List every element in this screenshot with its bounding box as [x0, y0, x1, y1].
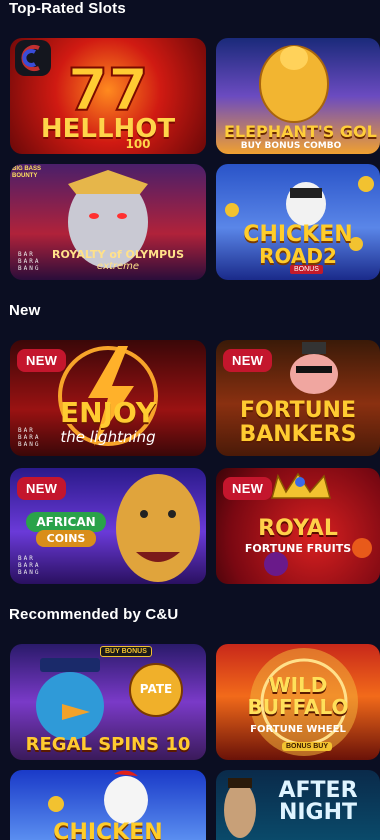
provider-label: BAR BARA BANG [18, 427, 41, 448]
african-sub: COINS [36, 530, 96, 547]
buffalo-tag: BONUS BUY [282, 742, 333, 751]
olympus-corner: BIG BASS BOUNTY [12, 166, 42, 179]
provider-label: BAR BARA BANG [18, 555, 41, 576]
olympus-sub: extreme [96, 261, 140, 272]
section-title-recommended: Recommended by C&U [9, 606, 179, 623]
olympus-title: ROYALTY of OLYMPUS [52, 248, 184, 261]
hellhot-sub: 100 [125, 137, 151, 151]
royal-title: ROYAL [258, 516, 338, 541]
game-tile-royal-fortune-fruits[interactable]: NEW ROYAL FORTUNE FRUITS [216, 468, 380, 584]
game-tile-fortune-bankers[interactable]: NEW FORTUNE BANKERS [216, 340, 380, 456]
provider-label: BAR BARA BANG [18, 251, 41, 272]
game-tile-elephants-gold[interactable]: ELEPHANT'S GOL BUY BONUS COMBO [216, 38, 380, 154]
new-badge: NEW [223, 349, 273, 372]
game-tile-african-coins[interactable]: NEW AFRICAN COINS BAR BARA BANG [10, 468, 206, 584]
fortune-bankers-title: FORTUNE [240, 398, 356, 423]
fortune-bankers-sub: BANKERS [239, 422, 357, 447]
game-tile-hellhot[interactable]: 77 HELLHOT 100 [10, 38, 206, 154]
section-title-new: New [9, 302, 41, 319]
chicken-title: CHICKEN [53, 820, 163, 840]
buffalo-sub: FORTUNE WHEEL [250, 724, 346, 735]
buffalo-title: WILD BUFFALO [247, 673, 349, 719]
provider-logo-icon [15, 40, 51, 76]
new-badge: NEW [17, 349, 67, 372]
game-tile-chicken-road-2[interactable]: CHICKEN ROAD2 BONUS [216, 164, 380, 280]
royal-sub: FORTUNE FRUITS [244, 542, 352, 555]
regal-title: REGAL SPINS 10 [25, 734, 191, 755]
enjoy-title: ENJOY [59, 396, 157, 429]
game-tile-after-night[interactable]: AFTER NIGHT [216, 770, 380, 840]
elephants-sub: BUY BONUS COMBO [240, 141, 342, 151]
new-badge: NEW [223, 477, 273, 500]
regal-tag: BUY BONUS [100, 646, 152, 657]
game-tile-chicken[interactable]: CHICKEN [10, 770, 206, 840]
chicken2-tag: BONUS [290, 265, 323, 274]
regal-sub: PATE [139, 682, 173, 696]
after-night-title: AFTER NIGHT [278, 778, 358, 825]
elephants-title: ELEPHANT'S GOL [224, 122, 377, 141]
game-tile-royalty-olympus[interactable]: BIG BASS BOUNTY ROYALTY of OLYMPUS extre… [10, 164, 206, 280]
section-title-top-rated: Top-Rated Slots [9, 0, 126, 17]
new-badge: NEW [17, 477, 67, 500]
african-title: AFRICAN [26, 512, 106, 532]
game-tile-regal-spins-10[interactable]: BUY BONUS PATE REGAL SPINS 10 [10, 644, 206, 760]
game-tile-wild-buffalo[interactable]: WILD BUFFALO FORTUNE WHEEL BONUS BUY [216, 644, 380, 760]
game-tile-enjoy-lightning[interactable]: NEW ENJOY the lightning BAR BARA BANG [10, 340, 206, 456]
